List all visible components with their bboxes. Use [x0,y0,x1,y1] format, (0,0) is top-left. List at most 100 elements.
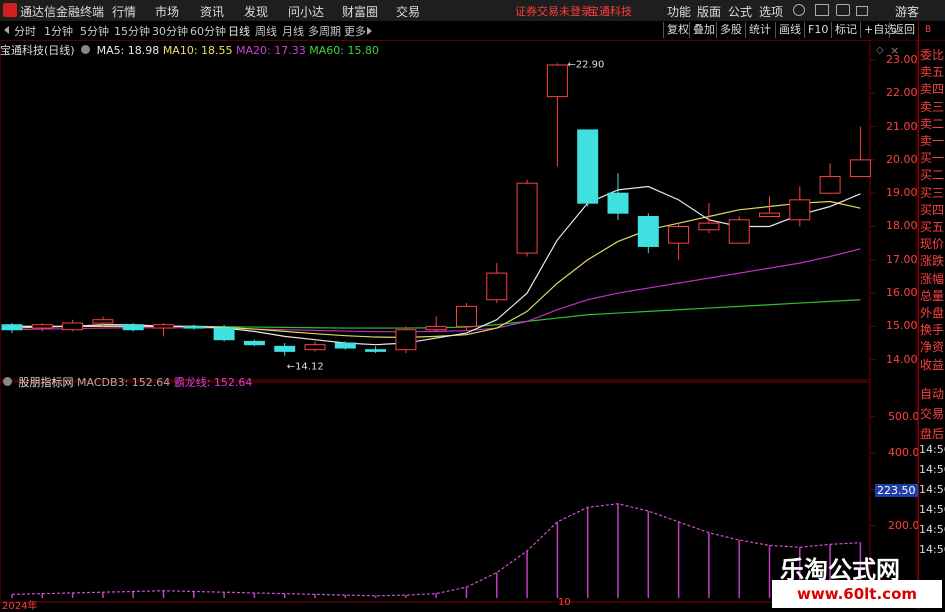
period-5min[interactable]: 5分钟 [80,23,109,39]
menu-options[interactable]: 选项 [759,3,783,20]
settings-dot-icon[interactable] [81,45,91,54]
period-toolbar: 分时 1分钟 5分钟 15分钟 30分钟 60分钟 日线 周线 月线 多周期 更… [0,21,945,41]
price-axis-label: 18.00 [886,219,918,233]
order-label[interactable]: 买二 [919,166,945,183]
candle-down [577,129,599,204]
ma5-value: MA5: 18.98 [96,44,160,57]
order-label[interactable]: 涨幅 [919,270,945,287]
period-daily[interactable]: 日线 [228,23,250,39]
menu-quotes[interactable]: 行情 [112,3,136,20]
period-monthly[interactable]: 月线 [282,23,304,39]
toolbar-f10[interactable]: F10 [804,22,831,38]
menu-discover[interactable]: 发现 [244,3,268,20]
sub-indicator-header: 股朋指标网 MACDB3: 152.64 霸龙线: 152.64 [0,374,252,390]
tick-time: 14:56 [919,483,945,496]
message-icon[interactable] [815,4,829,16]
order-label[interactable]: 卖三 [919,98,945,115]
toolbar-back[interactable]: 返回 [889,22,918,38]
order-label[interactable]: 收益 [919,356,945,373]
candle-up [486,272,508,301]
candle-up [395,329,417,351]
period-60min[interactable]: 60分钟 [190,23,226,39]
price-annotations: ←22.90 ←14.12 [287,59,605,372]
price-axis-label: 15.00 [886,319,918,333]
order-label[interactable]: 净资 [919,338,945,355]
order-label[interactable]: 卖四 [919,80,945,97]
chevron-right-icon[interactable] [367,27,372,35]
macd-axis-label: 500.0 [888,409,920,423]
trade-label[interactable]: 自动 [919,385,945,402]
app-title: 通达信金融终端 [20,5,105,19]
main-indicator-header: 宝通科技(日线) MA5: 18.98 MA10: 18.55 MA20: 17… [0,42,379,58]
period-15min[interactable]: 15分钟 [114,23,150,39]
order-label[interactable]: 换手 [919,321,945,338]
menu-layout[interactable]: 版面 [697,3,721,20]
period-30min[interactable]: 30分钟 [152,23,188,39]
tick-time: 14:56 [919,503,945,516]
price-axis-label: 14.00 [886,352,918,366]
tick-time: 14:56 [919,443,945,456]
user-guest[interactable]: 游客 [895,3,919,20]
order-label[interactable]: 委比 [919,46,945,63]
order-label[interactable]: 卖五 [919,63,945,80]
toolbar-multi-stock[interactable]: 多股 [716,22,745,38]
toolbar-mark[interactable]: 标记 [831,22,860,38]
menu-news[interactable]: 资讯 [200,3,224,20]
candle-up [789,199,811,221]
trade-label[interactable]: 交易 [919,405,945,422]
order-label[interactable]: 总量 [919,287,945,304]
menu-function[interactable]: 功能 [667,3,691,20]
candle-down [637,215,659,247]
macd-current-badge: 223.50 [875,484,918,497]
price-axis-label: 20.00 [886,152,918,166]
toolbar-adjust[interactable]: 复权 [663,22,692,38]
order-label[interactable]: 买五 [919,218,945,235]
menu-formula[interactable]: 公式 [728,3,752,20]
order-label[interactable]: 外盘 [919,304,945,321]
trade-label[interactable]: 盘后 [919,425,945,442]
user-icon[interactable] [793,4,805,16]
price-axis-label: 23.00 [886,52,918,66]
candle-up [819,176,841,194]
toolbar-draw[interactable]: 画线 [775,22,804,38]
period-weekly[interactable]: 周线 [255,23,277,39]
candle-down [122,324,144,331]
period-more[interactable]: 更多 [344,23,366,39]
settings-icon[interactable] [836,4,850,16]
watermark-url: www.60lt.com [772,580,942,608]
candle-down [365,349,387,352]
settings-dot-icon[interactable] [3,377,12,386]
menu-fortune[interactable]: 财富圈 [342,3,378,20]
period-1min[interactable]: 1分钟 [44,23,73,39]
balong-line [11,503,861,597]
macd-axis-label: 400.0 [888,446,920,459]
order-label[interactable]: 涨跌 [919,252,945,269]
diamond-icon[interactable]: ◇ [876,45,884,56]
macd-histogram [11,503,862,598]
left-arrow-icon[interactable] [4,26,9,34]
login-warning[interactable]: 证券交易未登录 [515,3,592,19]
candle-up [849,159,871,178]
window-icon[interactable] [856,6,868,16]
period-multi[interactable]: 多周期 [308,23,341,39]
order-label[interactable]: 现价 [919,235,945,252]
price-axis-label: 22.00 [886,86,918,100]
kline-chart[interactable]: ←22.90 ←14.12 [0,40,918,609]
toolbar-overlay[interactable]: 叠加 [689,22,718,38]
order-label[interactable]: 买四 [919,201,945,218]
price-axis-label: 19.00 [886,186,918,200]
toolbar-stats[interactable]: 统计 [745,22,774,38]
menu-market[interactable]: 市场 [155,3,179,20]
menu-xiaoda[interactable]: 问小达 [288,3,324,20]
top-menu-bar: 通达信金融终端 行情 市场 资讯 发现 问小达 财富圈 交易 证券交易未登录 宝… [0,0,945,22]
order-label[interactable]: 买三 [919,184,945,201]
candle-up [728,219,750,244]
candle-down [334,342,356,349]
order-label[interactable]: 卖二 [919,115,945,132]
order-label[interactable]: 买一 [919,149,945,166]
period-timeshare[interactable]: 分时 [14,23,36,39]
menu-trade[interactable]: 交易 [396,3,420,20]
price-axis-label: 21.00 [886,119,918,133]
order-label[interactable]: 卖一 [919,132,945,149]
tick-time: 14:56 [919,463,945,476]
